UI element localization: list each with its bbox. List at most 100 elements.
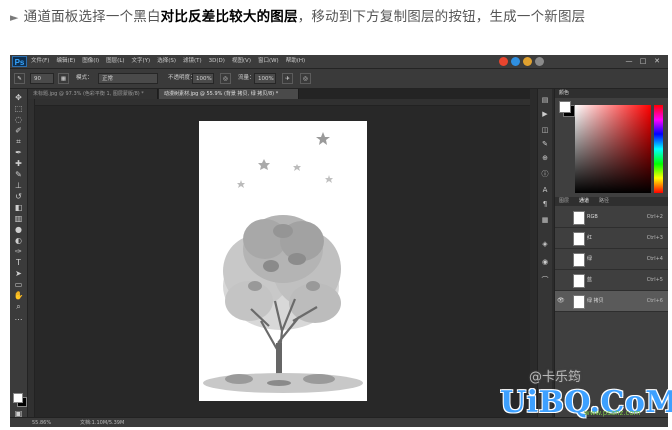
caption-text-after: ，移动到下方复制图层的按钮，生成一个新图层 [297,9,586,25]
blur-tool-icon[interactable]: ● [12,225,25,235]
document-canvas[interactable] [199,121,367,401]
tab-layers[interactable]: 图层 [559,197,569,206]
visibility-eye-icon[interactable]: 👁 [557,297,565,304]
character-panel-icon[interactable]: A [540,185,550,195]
mode-label: 模式： [76,75,93,81]
layers-panel-tabs: 图层 通道 路径 [555,197,668,206]
pressure-size-icon[interactable]: ◎ [300,73,311,84]
tree-artwork-image [203,132,363,393]
tray-icon[interactable] [523,57,532,66]
type-tool-icon[interactable]: T [12,258,25,268]
properties-panel-icon[interactable]: ◫ [540,125,550,135]
brush-tool-icon[interactable]: ✎ [12,170,25,180]
channel-thumbnail [573,295,585,309]
opacity-input[interactable]: 100% [192,73,214,84]
pen-tool-icon[interactable]: ✑ [12,247,25,257]
foreground-color-swatch[interactable] [13,393,23,403]
minimize-button[interactable]: — [622,55,636,68]
menu-layer[interactable]: 图层(L) [106,55,124,68]
layers-panel-icon[interactable]: ◈ [540,239,550,249]
document-tab-bar: 未标题.jpg @ 97.3% (色彩平衡 1, 图层蒙版/8) * 动漫树素材… [28,89,530,99]
brush-size-picker[interactable]: 90 [30,73,54,84]
tray-icon[interactable] [535,57,544,66]
lasso-tool-icon[interactable]: ◌ [12,115,25,125]
paragraph-panel-icon[interactable]: ¶ [540,199,550,209]
dodge-tool-icon[interactable]: ◐ [12,236,25,246]
menu-edit[interactable]: 编辑(E) [56,55,75,68]
marquee-tool-icon[interactable]: ⬚ [12,104,25,114]
menu-select[interactable]: 选择(S) [157,55,176,68]
channel-name: 红 [587,235,593,241]
swatches-panel-icon[interactable]: ▦ [540,215,550,225]
color-panel-title[interactable]: 颜色 [559,89,569,98]
channels-panel-icon[interactable]: ◉ [540,257,550,267]
channel-thumbnail [573,211,585,225]
menu-filter[interactable]: 滤镜(T) [183,55,202,68]
channel-row[interactable]: 绿 Ctrl+4 [555,249,668,270]
color-panel-foreground-swatch[interactable] [559,101,571,113]
menu-list: 文件(F) 编辑(E) 图像(I) 图层(L) 文字(Y) 选择(S) 滤镜(T… [31,55,312,68]
paths-panel-icon[interactable]: ⌒ [540,275,550,285]
tab-paths[interactable]: 路径 [599,197,609,206]
hand-tool-icon[interactable]: ✋ [12,291,25,301]
clone-source-icon[interactable]: ⊕ [540,153,550,163]
airbrush-icon[interactable]: ✈ [282,73,293,84]
menu-window[interactable]: 窗口(W) [258,55,279,68]
brush-presets-icon[interactable]: ✎ [540,139,550,149]
more-tools-icon[interactable]: ⋯ [12,315,25,325]
clone-stamp-tool-icon[interactable]: ⊥ [12,181,25,191]
zoom-level[interactable]: 55.86% [32,418,51,427]
history-panel-icon[interactable]: ▤ [540,95,550,105]
menu-file[interactable]: 文件(F) [31,55,49,68]
maximize-button[interactable]: □ [636,55,650,68]
author-watermark: @卡乐筠 [529,370,582,385]
channel-shortcut: Ctrl+6 [646,298,663,304]
channel-name: 绿 拷贝 [587,298,604,304]
channel-row-selected[interactable]: 👁 绿 拷贝 Ctrl+6 [555,291,668,312]
hue-slider[interactable] [654,105,663,193]
channel-row[interactable]: 红 Ctrl+3 [555,228,668,249]
crop-tool-icon[interactable]: ⌗ [12,137,25,147]
color-spectrum-field[interactable] [575,105,651,193]
channel-thumbnail [573,232,585,246]
caption-text-bold: 对比反差比较大的图层 [160,9,298,25]
gradient-tool-icon[interactable]: ▥ [12,214,25,224]
channel-thumbnail [573,253,585,267]
move-tool-icon[interactable]: ✥ [12,93,25,103]
brush-tool-icon[interactable]: ✎ [14,73,25,84]
menu-type[interactable]: 文字(Y) [132,55,151,68]
menu-3d[interactable]: 3D(D) [209,55,225,68]
tab-document-2[interactable]: 动漫树素材.jpg @ 55.9% (背景 拷贝, 绿 拷贝/8) * [159,89,299,99]
window-controls: — □ ✕ [622,55,664,68]
info-panel-icon[interactable]: ⓘ [540,169,550,179]
mode-select[interactable]: 正常 [98,73,158,84]
document-info[interactable]: 文档:1.10M/5.39M [80,418,124,427]
channel-name: 蓝 [587,277,593,283]
path-select-tool-icon[interactable]: ➤ [12,269,25,279]
pressure-opacity-icon[interactable]: ◎ [220,73,231,84]
sogou-icon[interactable] [499,57,508,66]
actions-panel-icon[interactable]: ▶ [540,109,550,119]
menu-help[interactable]: 帮助(H) [286,55,305,68]
menu-image[interactable]: 图像(I) [82,55,99,68]
shape-tool-icon[interactable]: ▭ [12,280,25,290]
tray-icon[interactable] [511,57,520,66]
tab-channels[interactable]: 通道 [579,197,589,206]
channel-thumbnail [573,274,585,288]
channel-row[interactable]: RGB Ctrl+2 [555,207,668,228]
brush-panel-icon[interactable]: ▦ [58,73,69,84]
eraser-tool-icon[interactable]: ◧ [12,203,25,213]
options-bar: ✎ 90 ▦ 模式： 正常 不透明度： 100% ◎ 流量： 100% ✈ ◎ [10,69,668,89]
channel-shortcut: Ctrl+4 [646,256,663,262]
flow-input[interactable]: 100% [254,73,276,84]
quick-select-tool-icon[interactable]: ✐ [12,126,25,136]
eyedropper-tool-icon[interactable]: ✒ [12,148,25,158]
history-brush-tool-icon[interactable]: ↺ [12,192,25,202]
healing-brush-tool-icon[interactable]: ✚ [12,159,25,169]
close-button[interactable]: ✕ [650,55,664,68]
channel-row[interactable]: 蓝 Ctrl+5 [555,270,668,291]
menu-view[interactable]: 视图(V) [232,55,251,68]
photoshop-logo: Ps [12,56,27,67]
tab-document-1[interactable]: 未标题.jpg @ 97.3% (色彩平衡 1, 图层蒙版/8) * [28,89,158,99]
zoom-tool-icon[interactable]: ⌕ [12,302,25,312]
